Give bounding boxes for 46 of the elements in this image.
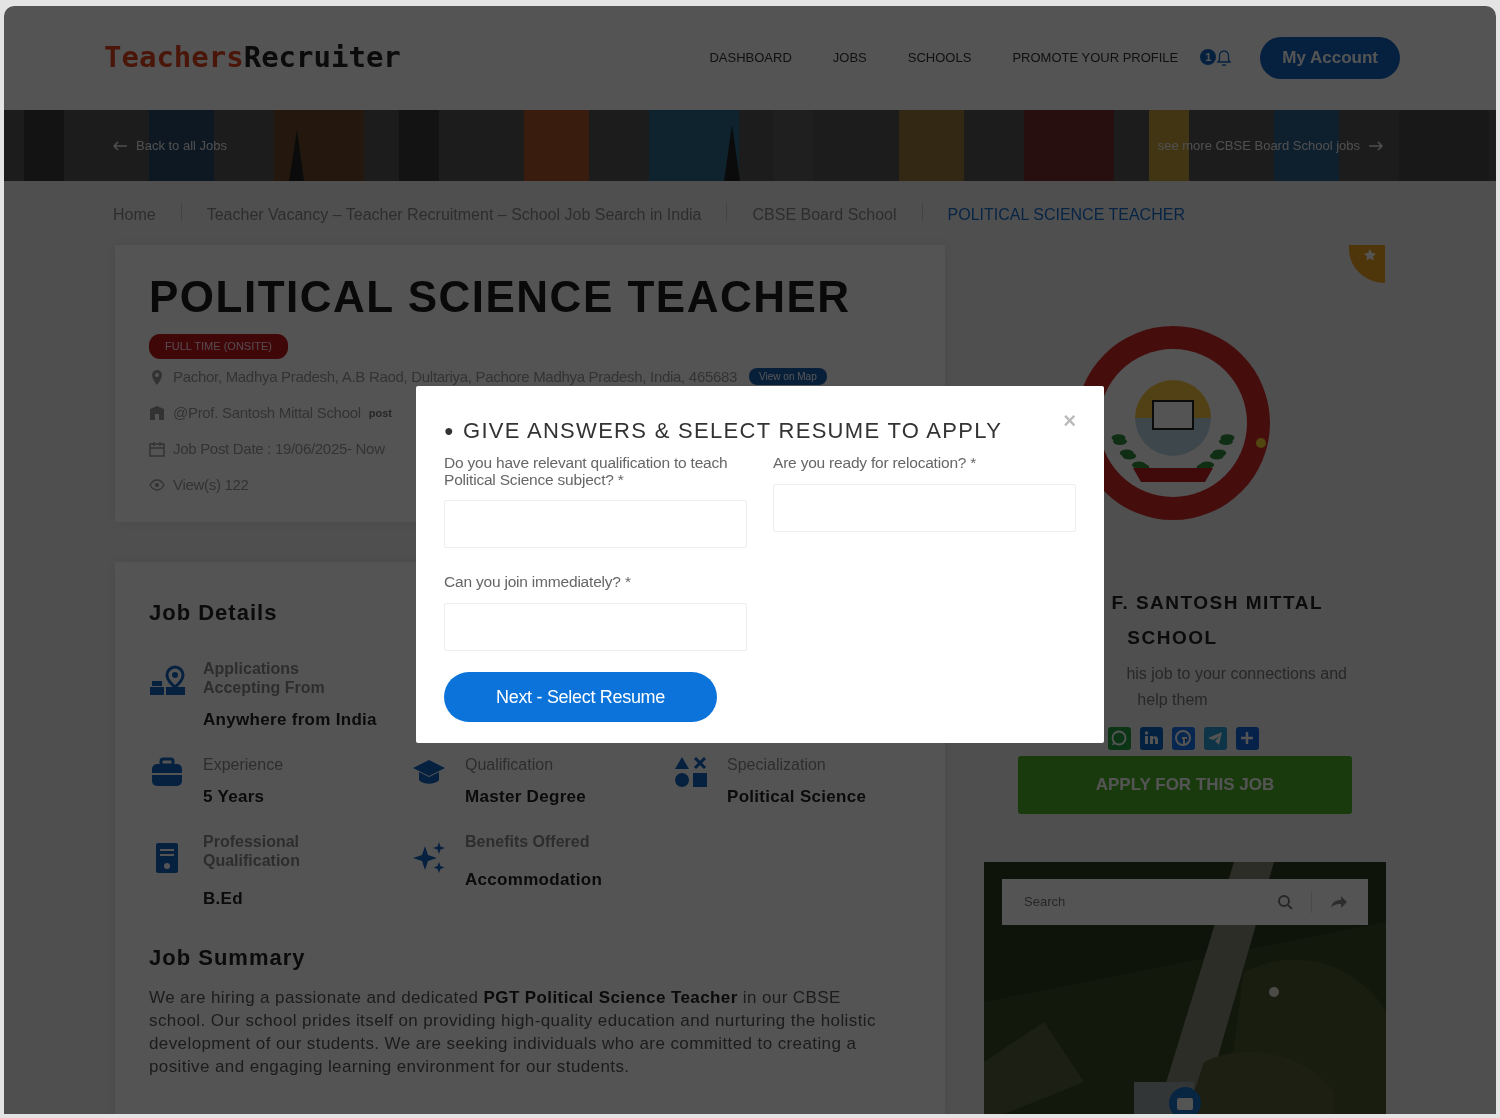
next-button[interactable]: Next - Select Resume xyxy=(444,672,717,723)
arrow-right-icon xyxy=(1368,140,1384,151)
nav-link[interactable]: JOBS xyxy=(832,48,867,68)
shapes-icon xyxy=(673,754,709,789)
arrow-left-icon xyxy=(112,140,128,151)
nav-link[interactable]: SCHOOLS xyxy=(907,48,972,68)
view-on-map-button[interactable]: View on Map xyxy=(749,368,827,386)
close-button[interactable]: × xyxy=(1063,410,1076,432)
question-label: Do you have relevant qualification to teach Political Science subject? * xyxy=(444,455,729,489)
linkedin-icon[interactable] xyxy=(1140,727,1163,750)
job-type-badge: FULL TIME (ONSITE) xyxy=(149,334,288,359)
account-button[interactable]: My Account xyxy=(1260,37,1400,79)
calendar-icon xyxy=(149,440,165,457)
whatsapp-icon[interactable] xyxy=(1108,727,1131,750)
school-title: F. SANTOSH MITTAL xyxy=(1111,592,1323,613)
section-title: Job Summary xyxy=(149,944,306,973)
apply-button[interactable]: APPLY FOR THIS JOB xyxy=(1018,756,1352,814)
eye-icon xyxy=(149,476,165,493)
detail-value: B.Ed xyxy=(203,887,244,910)
bell-icon[interactable] xyxy=(1216,49,1233,67)
modal-title: ● GIVE ANSWERS & SELECT RESUME TO APPLY xyxy=(444,417,1003,445)
facebook-icon[interactable] xyxy=(1172,727,1195,750)
plus-icon[interactable] xyxy=(1236,727,1259,750)
telegram-icon[interactable] xyxy=(1204,727,1227,750)
notification-count: 1 xyxy=(1200,49,1217,65)
logo[interactable]: TeachersRecruiter xyxy=(104,36,401,80)
detail-value: Anywhere from India xyxy=(203,709,377,732)
nav-link[interactable]: DASHBOARD xyxy=(709,48,792,68)
section-title: Job Details xyxy=(149,599,278,627)
question-label: Are you ready for relocation? * xyxy=(773,455,978,472)
school-title: SCHOOL xyxy=(1127,627,1218,648)
job-title: POLITICAL SCIENCE TEACHER xyxy=(149,273,852,322)
nav-link[interactable]: PROMOTE YOUR PROFILE xyxy=(1012,48,1179,68)
breadcrumb-link[interactable]: POLITICAL SCIENCE TEACHER xyxy=(947,203,1185,227)
map-marker-icon xyxy=(1169,1087,1201,1114)
detail-value: Master Degree xyxy=(465,786,588,809)
detail-value: Political Science xyxy=(727,786,868,809)
job-summary: We are hiring a passionate and dedicated PGT Political Science Teacher in our CBSE school. Our school prides itself on providing high-quality education and nurturing the holistic development of our students. We are seeking individuals who are committed to creating a positive and engaging learning environment for our students. xyxy=(149,987,877,1079)
detail-value: 5 Years xyxy=(203,786,266,809)
share-arrow-icon[interactable] xyxy=(1330,895,1348,909)
bookmark-ribbon-icon xyxy=(1349,245,1385,283)
detail-value: Accommodation xyxy=(465,868,604,891)
location-pin-icon xyxy=(149,368,165,385)
question-label: Can you join immediately? * xyxy=(444,574,632,592)
building-icon xyxy=(149,404,165,421)
search-icon[interactable] xyxy=(1277,894,1293,910)
